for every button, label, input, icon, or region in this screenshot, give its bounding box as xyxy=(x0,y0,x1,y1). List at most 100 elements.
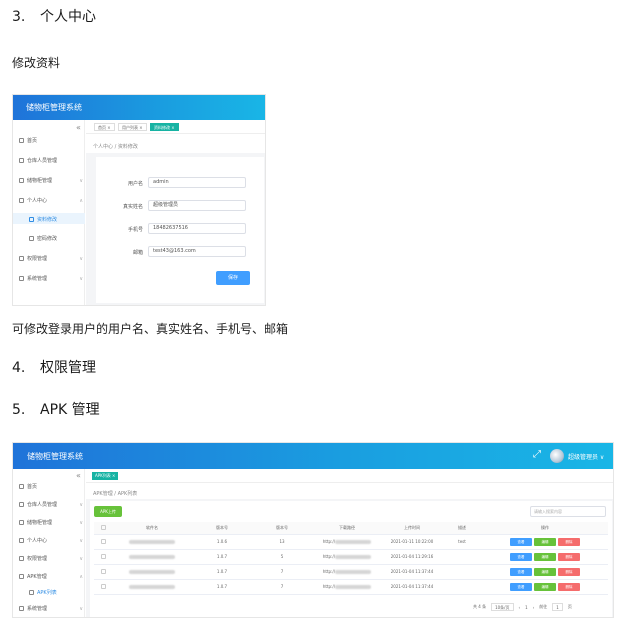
sidebar-item-cabinet[interactable]: 储物柜管理 ∨ xyxy=(19,177,83,184)
path-cell: http:// xyxy=(312,549,382,565)
version-cell: 1.0.7 xyxy=(192,564,252,580)
chevron-up-icon: ∧ xyxy=(79,197,83,204)
sidebar-item-staff[interactable]: 仓库人员管理 xyxy=(19,157,83,164)
select-all-header[interactable] xyxy=(94,522,112,535)
view-button[interactable]: 查看 xyxy=(510,582,532,591)
chevron-down-icon: ∨ xyxy=(79,555,83,562)
page-number[interactable]: 1 xyxy=(525,605,528,610)
apk-upload-button[interactable]: APK上传 xyxy=(94,506,122,517)
delete-button[interactable]: 删除 xyxy=(558,567,580,576)
goto-page-input[interactable]: 1 xyxy=(552,603,563,611)
column-header: 版本号 xyxy=(192,522,252,535)
user-icon xyxy=(19,198,24,203)
user-menu[interactable]: 超级管理员 ∨ xyxy=(568,452,604,461)
sidebar-item-apk[interactable]: APK管理 ∧ xyxy=(19,573,83,580)
sidebar-item-home[interactable]: 首页 xyxy=(19,137,83,144)
sidebar-item-personal[interactable]: 个人中心 ∨ xyxy=(19,537,83,544)
code-cell: 13 xyxy=(252,534,312,550)
column-header: 下载路径 xyxy=(312,522,382,535)
key-icon xyxy=(29,236,34,241)
sidebar-item-system[interactable]: 系统管理 ∨ xyxy=(19,275,83,282)
checkbox[interactable] xyxy=(100,524,106,530)
column-header: 版本号 xyxy=(252,522,312,535)
shield-icon xyxy=(19,256,24,261)
sidebar-item-staff[interactable]: 仓库人员管理 ∨ xyxy=(19,501,83,508)
chevron-down-icon: ∨ xyxy=(79,605,83,612)
collapse-icon[interactable]: « xyxy=(76,123,81,132)
sidebar-item-change-password[interactable]: 密码修改 xyxy=(29,235,83,242)
username-field[interactable]: admin xyxy=(148,177,246,188)
actions-cell: 查看 编辑 删除 xyxy=(482,564,608,580)
tab-apk-list[interactable]: APK列表 × xyxy=(92,472,119,480)
column-header: 上传时间 xyxy=(382,522,442,535)
table-row: 1.0.7 7 http:// 2021-01-04 11:37:44 查看 编辑… xyxy=(94,579,608,595)
avatar[interactable] xyxy=(550,449,564,463)
prev-page-button[interactable]: ‹ xyxy=(519,605,521,610)
time-cell: 2021-01-11 10:22:00 xyxy=(382,534,442,550)
cabinet-icon xyxy=(19,178,24,183)
chevron-up-icon: ∧ xyxy=(79,573,83,580)
edit-button[interactable]: 编辑 xyxy=(534,552,556,561)
checkbox[interactable] xyxy=(100,538,106,544)
desc-cell xyxy=(442,579,482,595)
chevron-down-icon: ∨ xyxy=(79,275,83,282)
profile-description: 可修改登录用户的用户名、真实姓名、手机号、邮箱 xyxy=(12,322,289,336)
fullscreen-icon[interactable]: ⤢ xyxy=(533,449,541,460)
edit-button[interactable]: 编辑 xyxy=(534,537,556,546)
table-row: 1.0.6 13 http:// 2021-01-11 10:22:00 tes… xyxy=(94,534,608,550)
breadcrumb: 个人中心 / 资料修改 xyxy=(93,144,138,150)
sidebar-item-cabinet[interactable]: 储物柜管理 ∨ xyxy=(19,519,83,526)
sidebar-item-permission[interactable]: 权限管理 ∨ xyxy=(19,555,83,562)
actions-cell: 查看 编辑 删除 xyxy=(482,549,608,565)
code-cell: 5 xyxy=(252,549,312,565)
tab-user-list[interactable]: 用户列表 × xyxy=(118,123,147,131)
sidebar-item-apk-list[interactable]: APK列表 xyxy=(29,589,83,596)
delete-button[interactable]: 删除 xyxy=(558,537,580,546)
version-cell: 1.0.7 xyxy=(192,579,252,595)
email-label: 邮箱 xyxy=(132,250,143,256)
chevron-down-icon: ∨ xyxy=(79,537,83,544)
shield-icon xyxy=(19,556,24,561)
tab-edit-profile[interactable]: 资料修改 × xyxy=(150,123,179,131)
redacted-path xyxy=(335,555,372,559)
checkbox[interactable] xyxy=(100,568,106,574)
path-cell: http:// xyxy=(312,534,382,550)
email-field[interactable]: test43@163.com xyxy=(148,246,246,257)
checkbox[interactable] xyxy=(100,583,106,589)
edit-button[interactable]: 编辑 xyxy=(534,567,556,576)
sidebar-item-personal[interactable]: 个人中心 ∧ xyxy=(19,197,83,204)
pagination-total: 共 4 条 xyxy=(473,604,487,609)
view-button[interactable]: 查看 xyxy=(510,567,532,576)
tab-home[interactable]: 首页 × xyxy=(94,123,115,131)
sidebar-item-permission[interactable]: 权限管理 ∨ xyxy=(19,255,83,262)
version-cell: 1.0.6 xyxy=(192,534,252,550)
search-input[interactable]: 请输入搜索内容 xyxy=(530,506,606,517)
sidebar-item-system[interactable]: 系统管理 ∨ xyxy=(19,605,83,612)
section-5-heading: 5. APK 管理 xyxy=(12,402,100,418)
collapse-icon[interactable]: « xyxy=(76,471,81,480)
sidebar-item-edit-profile[interactable]: 资料修改 xyxy=(29,216,83,223)
page-size-select[interactable]: 10条/页 xyxy=(491,603,514,611)
time-cell: 2021-01-04 11:37:44 xyxy=(382,564,442,580)
realname-label: 真实姓名 xyxy=(122,204,143,210)
cabinet-icon xyxy=(19,520,24,525)
column-header: 操作 xyxy=(482,522,608,535)
sidebar-item-home[interactable]: 首页 xyxy=(19,483,83,490)
next-page-button[interactable]: › xyxy=(533,605,535,610)
apk-icon xyxy=(19,574,24,579)
delete-button[interactable]: 删除 xyxy=(558,582,580,591)
realname-field[interactable]: 超级管理员 xyxy=(148,200,246,211)
table-row: 1.0.7 5 http:// 2021-01-04 11:29:16 查看 编辑… xyxy=(94,549,608,565)
time-cell: 2021-01-04 11:37:44 xyxy=(382,579,442,595)
phone-field[interactable]: 18482637516 xyxy=(148,223,246,234)
view-button[interactable]: 查看 xyxy=(510,537,532,546)
delete-button[interactable]: 删除 xyxy=(558,552,580,561)
save-button[interactable]: 保存 xyxy=(216,271,250,285)
view-button[interactable]: 查看 xyxy=(510,552,532,561)
pagination: 共 4 条 10条/页 ‹ 1 › 前往 1 页 xyxy=(473,603,572,611)
checkbox[interactable] xyxy=(100,553,106,559)
redacted-path xyxy=(335,540,372,544)
edit-button[interactable]: 编辑 xyxy=(534,582,556,591)
path-cell: http:// xyxy=(312,579,382,595)
app-title: 储物柜管理系统 xyxy=(26,103,82,112)
